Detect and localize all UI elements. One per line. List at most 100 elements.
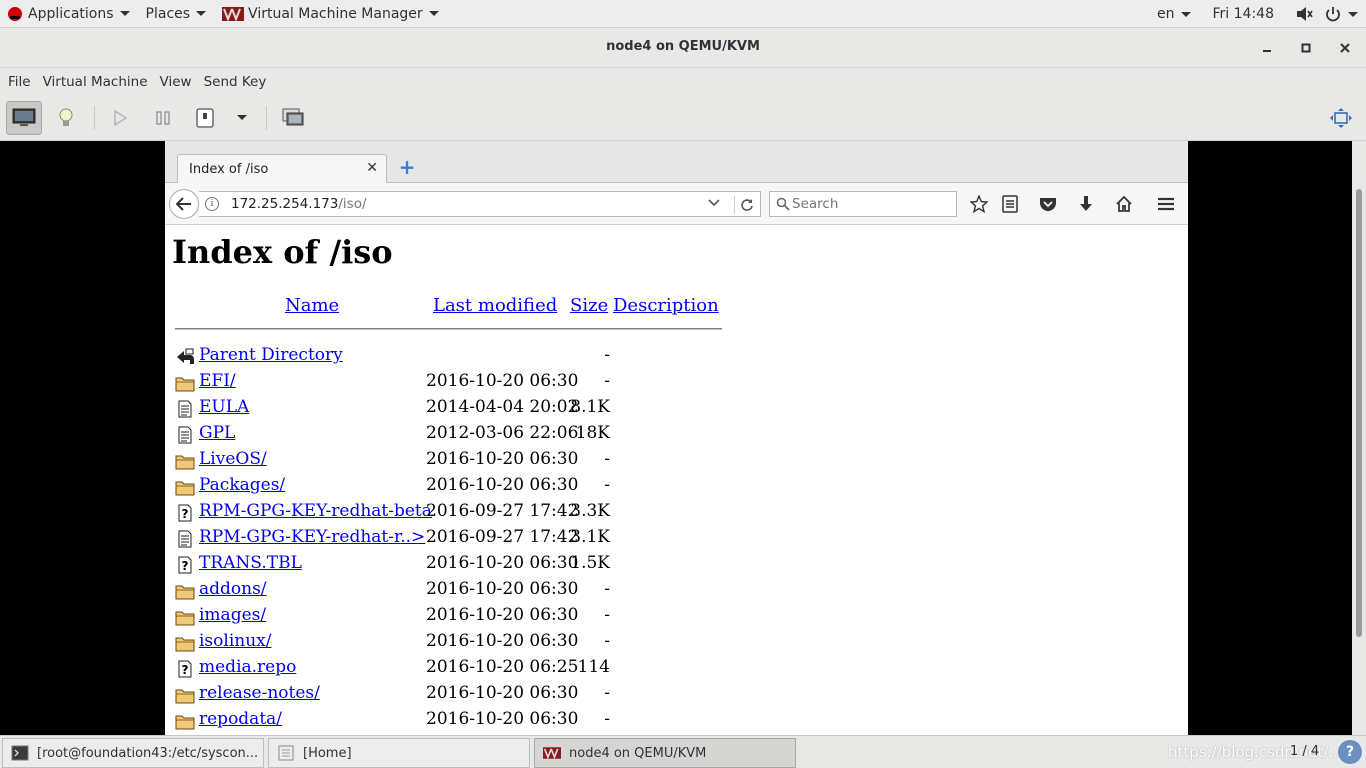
file-link[interactable]: images/ [199,605,266,625]
hamburger-menu-icon[interactable] [1155,194,1177,214]
close-icon [1340,43,1350,53]
file-link[interactable]: EULA [199,397,249,417]
pocket-icon[interactable] [1037,194,1059,214]
monitor-icon [12,108,36,126]
task-vm-console[interactable]: node4 on QEMU/KVM [534,738,796,768]
clock[interactable]: Fri 14:48 [1199,0,1288,28]
shutdown-menu-button[interactable] [225,101,259,135]
scrollbar-thumb[interactable] [1356,189,1362,637]
console-view-button[interactable] [6,101,42,135]
back-button[interactable] [169,189,199,219]
column-modified-link[interactable]: Last modified [433,295,557,316]
url-path: /iso/ [338,196,367,212]
window-list-bar: [root@foundation43:/etc/syscon... [Home]… [0,735,1366,768]
folder-icon [175,712,195,730]
file-link[interactable]: repodata/ [199,709,282,729]
last-modified: 2016-10-20 06:30 [426,631,579,651]
virt-manager-icon [543,747,561,760]
column-description-link[interactable]: Description [613,295,719,316]
table-row: ? TRANS.TBL 2016-10-20 06:30 1.5K [165,552,765,578]
minimize-button[interactable] [1257,38,1277,58]
close-tab-icon[interactable]: ✕ [366,160,378,176]
maximize-button[interactable] [1296,38,1316,58]
system-status-menu[interactable] [1288,0,1366,28]
play-icon [114,109,128,127]
virt-manager-icon [222,6,245,22]
table-row: ? media.repo 2016-10-20 06:25 114 [165,656,765,682]
table-row: addons/2016-10-20 06:30 - [165,578,765,604]
pause-button[interactable] [145,101,181,135]
menu-view[interactable]: View [154,68,198,96]
reload-button[interactable] [734,196,754,214]
bookmark-star-icon[interactable] [968,194,990,214]
file-size: 18K [575,423,610,443]
table-row: repodata/2016-10-20 06:30 - [165,708,765,734]
run-button[interactable] [102,101,138,135]
back-arrow-icon [176,197,191,211]
url-bar[interactable]: i 172.25.254.173/iso/ [199,191,761,217]
shutdown-button[interactable] [187,101,223,135]
app-menu[interactable]: Virtual Machine Manager [214,0,447,28]
search-box[interactable] [769,191,957,217]
folder-icon [175,686,195,704]
file-link[interactable]: EFI/ [199,371,236,391]
file-link[interactable]: TRANS.TBL [199,553,302,573]
new-tab-icon[interactable]: + [398,157,416,177]
power-off-icon [196,108,214,128]
table-row: EFI/2016-10-20 06:30 - [165,370,765,396]
downloads-icon[interactable] [1075,194,1097,214]
terminal-icon [11,745,29,761]
applications-menu[interactable]: Applications [0,0,138,28]
file-link[interactable]: LiveOS/ [199,449,267,469]
places-menu[interactable]: Places [138,0,215,28]
file-size: 3.3K [570,501,610,521]
svg-text:?: ? [182,559,189,573]
workspace-pager[interactable]: 1 / 4 [1290,744,1319,759]
file-size: - [604,579,610,599]
file-manager-icon [278,745,294,761]
file-link[interactable]: addons/ [199,579,267,599]
home-icon[interactable] [1113,194,1135,214]
text-file-icon [175,400,195,418]
close-button[interactable] [1335,38,1355,58]
file-link[interactable]: Parent Directory [199,345,343,365]
snapshot-button[interactable] [275,101,311,135]
file-link[interactable]: Packages/ [199,475,285,495]
column-size-link[interactable]: Size [570,295,608,316]
info-icon[interactable]: i [205,197,219,211]
file-link[interactable]: GPL [199,423,235,443]
task-terminal[interactable]: [root@foundation43:/etc/syscon... [2,738,264,768]
file-link[interactable]: release-notes/ [199,683,320,703]
menu-send-key[interactable]: Send Key [198,68,273,96]
chevron-down-icon[interactable] [708,198,720,208]
chevron-down-icon [428,11,439,16]
tab-index-of-iso[interactable]: Index of /iso ✕ [177,154,387,184]
menu-virtual-machine[interactable]: Virtual Machine [37,68,154,96]
window-titlebar[interactable]: node4 on QEMU/KVM [0,28,1366,68]
guest-firefox-window: Index of /iso ✕ + i 172.25.254.173/iso/ [165,141,1188,735]
header-rule [175,328,722,330]
file-link[interactable]: RPM-GPG-KEY-redhat-r..> [199,527,425,547]
table-row: GPL 2012-03-06 22:06 18K [165,422,765,448]
task-files-home[interactable]: [Home] [268,738,530,768]
table-row: Parent Directory - [165,344,765,370]
table-row: ? RPM-GPG-KEY-redhat-beta 2016-09-27 17:42… [165,500,765,526]
file-link[interactable]: media.repo [199,657,296,677]
file-link[interactable]: RPM-GPG-KEY-redhat-beta [199,501,432,521]
unknown-file-icon: ? [175,660,195,678]
help-icon[interactable]: ? [1338,740,1362,764]
input-language-menu[interactable]: en [1149,0,1199,28]
details-view-button[interactable] [48,101,84,135]
text-file-icon [175,530,195,548]
vm-console-scrollbar[interactable] [1352,141,1366,735]
search-input[interactable] [792,194,952,214]
url-host: 172.25.254.173 [231,196,339,212]
last-modified: 2016-10-20 06:30 [426,449,579,469]
nav-bar: i 172.25.254.173/iso/ [165,183,1188,225]
menu-file[interactable]: File [2,68,37,96]
column-name-link[interactable]: Name [285,295,339,316]
file-link[interactable]: isolinux/ [199,631,271,651]
reader-list-icon[interactable] [999,194,1021,214]
folder-icon [175,634,195,652]
fullscreen-button[interactable] [1323,101,1359,135]
